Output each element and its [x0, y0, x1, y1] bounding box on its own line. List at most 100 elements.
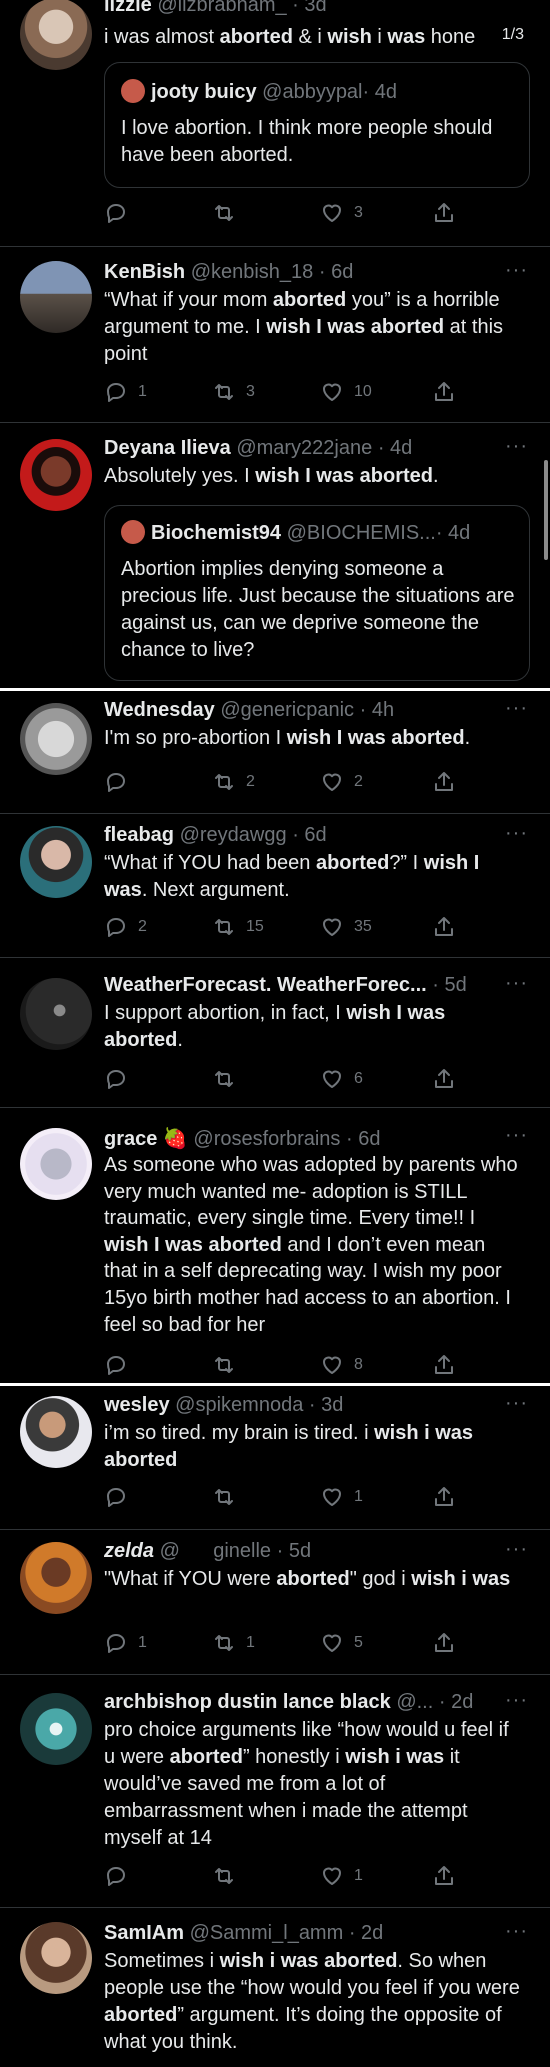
tweet-wesley[interactable]: ··· wesley @spikemnoda · 3d i’m so tired…: [0, 1386, 550, 1530]
avatar[interactable]: [20, 1693, 92, 1765]
tweet-zelda[interactable]: ··· zelda @ ginelle · 5d "What if YOU we…: [0, 1530, 550, 1675]
like-button[interactable]: 2: [320, 767, 363, 797]
share-button[interactable]: [432, 767, 456, 797]
avatar[interactable]: [20, 439, 92, 511]
tweet-weatherforecast[interactable]: ··· WeatherForecast. WeatherForec... · 5…: [0, 958, 550, 1108]
avatar[interactable]: [20, 826, 92, 898]
timestamp[interactable]: · 6d: [319, 261, 353, 283]
scrollbar[interactable]: [544, 460, 548, 560]
share-button[interactable]: [432, 377, 456, 407]
author-name[interactable]: KenBish: [104, 261, 185, 283]
tweet-deyana[interactable]: ··· Deyana Ilieva @mary222jane · 4d Abso…: [0, 423, 550, 688]
like-button[interactable]: 6: [320, 1064, 363, 1094]
author-handle[interactable]: @...: [396, 1691, 433, 1713]
tweet-samiam[interactable]: ··· SamIAm @Sammi_l_amm · 2d Sometimes i…: [0, 1908, 550, 2067]
share-button[interactable]: [432, 198, 456, 228]
timestamp[interactable]: · 3d: [292, 0, 326, 16]
share-button[interactable]: [432, 912, 456, 942]
timestamp[interactable]: · 4d: [378, 437, 412, 459]
quoted-tweet[interactable]: Biochemist94 @BIOCHEMIS...· 4d Abortion …: [104, 505, 530, 681]
author-handle[interactable]: @rosesforbrains: [193, 1128, 340, 1150]
tweet-grace[interactable]: ··· grace 🍓 @rosesforbrains · 6d As some…: [0, 1108, 550, 1383]
avatar[interactable]: [20, 261, 92, 333]
author-handle[interactable]: @genericpanic: [220, 699, 354, 721]
reply-button[interactable]: 1: [104, 377, 147, 407]
like-button[interactable]: 35: [320, 912, 372, 942]
avatar[interactable]: [20, 0, 92, 70]
timestamp: · 4d: [435, 522, 471, 544]
tweet-lizzie[interactable]: lizzie @lizbrabham_ · 3d 1/3 i was almos…: [0, 0, 550, 247]
retweet-button[interactable]: [212, 1350, 246, 1380]
tweet-actions: 6: [104, 1064, 510, 1094]
retweet-button[interactable]: [212, 198, 246, 228]
retweet-button[interactable]: [212, 1861, 246, 1891]
reply-button[interactable]: 2: [104, 912, 147, 942]
avatar[interactable]: [20, 1396, 92, 1468]
author-name[interactable]: lizzie: [104, 0, 152, 16]
author-name[interactable]: SamIAm: [104, 1922, 184, 1944]
timestamp[interactable]: · 2d: [439, 1691, 473, 1713]
share-button[interactable]: [432, 1482, 456, 1512]
retweet-button[interactable]: [212, 1064, 246, 1094]
share-icon: [435, 203, 453, 222]
retweet-button[interactable]: 2: [212, 767, 255, 797]
author-name[interactable]: zelda: [104, 1540, 154, 1562]
author-name[interactable]: WeatherForecast. WeatherForec...: [104, 974, 427, 996]
author-handle[interactable]: @mary222jane: [236, 437, 372, 459]
retweet-button[interactable]: 3: [212, 377, 255, 407]
share-button[interactable]: [432, 1628, 456, 1658]
avatar[interactable]: [20, 1922, 92, 1994]
like-button[interactable]: 3: [320, 198, 363, 228]
timestamp[interactable]: · 3d: [309, 1394, 343, 1416]
tweet-wednesday[interactable]: ··· Wednesday @genericpanic · 4h I'm so …: [0, 691, 550, 814]
timestamp[interactable]: · 2d: [349, 1922, 383, 1944]
tweet-archbishop[interactable]: ··· archbishop dustin lance black @... ·…: [0, 1675, 550, 1908]
author-handle[interactable]: @kenbish_18: [191, 261, 314, 283]
avatar[interactable]: [20, 703, 92, 775]
author-name[interactable]: grace 🍓: [104, 1128, 188, 1150]
timestamp[interactable]: · 4h: [360, 699, 394, 721]
tweet-kenbish[interactable]: ··· KenBish @kenbish_18 · 6d “What if yo…: [0, 247, 550, 423]
quoted-tweet[interactable]: jooty buicy @abbyypal· 4d I love abortio…: [104, 62, 530, 188]
reply-button[interactable]: 1: [104, 1628, 147, 1658]
like-button[interactable]: 8: [320, 1350, 363, 1380]
author-handle[interactable]: @spikemnoda: [175, 1394, 303, 1416]
like-button[interactable]: 1: [320, 1861, 363, 1891]
reply-button[interactable]: [104, 198, 138, 228]
author-handle[interactable]: @reydawgg: [180, 824, 287, 846]
author-name[interactable]: Deyana Ilieva: [104, 437, 231, 459]
reply-button[interactable]: [104, 1064, 138, 1094]
retweet-button[interactable]: 15: [212, 912, 264, 942]
author-handle[interactable]: @lizbrabham_: [157, 0, 286, 16]
author-handle[interactable]: @ ginelle: [160, 1540, 271, 1562]
share-button[interactable]: [432, 1861, 456, 1891]
timestamp[interactable]: · 6d: [292, 824, 326, 846]
author-name[interactable]: archbishop dustin lance black: [104, 1691, 391, 1713]
tweet-fleabag[interactable]: ··· fleabag @reydawgg · 6d “What if YOU …: [0, 814, 550, 958]
reply-button[interactable]: [104, 767, 138, 797]
reply-button[interactable]: [104, 1861, 138, 1891]
author-name[interactable]: fleabag: [104, 824, 174, 846]
avatar[interactable]: [20, 1542, 92, 1614]
share-button[interactable]: [432, 1064, 456, 1094]
quoted-text: I love abortion. I think more people sho…: [121, 117, 493, 166]
avatar[interactable]: [20, 1128, 92, 1200]
author-handle[interactable]: @Sammi_l_amm: [190, 1922, 344, 1944]
timestamp[interactable]: · 5d: [277, 1540, 311, 1562]
like-button[interactable]: 1: [320, 1482, 363, 1512]
reply-button[interactable]: [104, 1482, 138, 1512]
heart-icon: [323, 1356, 341, 1374]
share-button[interactable]: [432, 1350, 456, 1380]
timestamp[interactable]: · 5d: [432, 974, 466, 996]
retweet-button[interactable]: [212, 1482, 246, 1512]
reply-button[interactable]: [104, 1350, 138, 1380]
like-button[interactable]: 5: [320, 1628, 363, 1658]
avatar[interactable]: [20, 978, 92, 1050]
author-name: Biochemist94: [151, 522, 282, 544]
author-name[interactable]: Wednesday: [104, 699, 215, 721]
retweet-button[interactable]: 1: [212, 1628, 255, 1658]
retweet-icon: [215, 774, 233, 790]
timestamp[interactable]: · 6d: [346, 1128, 380, 1150]
author-name[interactable]: wesley: [104, 1394, 170, 1416]
like-button[interactable]: 10: [320, 377, 372, 407]
